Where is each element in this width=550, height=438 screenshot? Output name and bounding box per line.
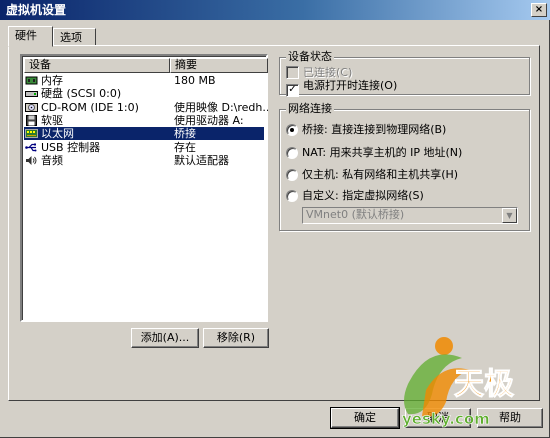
ok-button[interactable]: 确定 <box>330 407 400 429</box>
device-summary: 使用映像 D:\redh... <box>174 101 268 114</box>
button-label: 帮助 <box>499 411 521 424</box>
list-header: 设备 摘要 <box>24 58 268 73</box>
chevron-down-icon[interactable]: ▼ <box>502 208 517 223</box>
device-name: USB 控制器 <box>41 141 101 154</box>
device-row-hard-disk[interactable]: 硬盘 (SCSI 0:0) <box>24 87 264 100</box>
connected-checkbox[interactable]: 已连接(C) <box>286 66 352 79</box>
checkmark-icon: ✓ <box>286 84 299 97</box>
sound-icon <box>25 155 38 166</box>
device-name: 硬盘 (SCSI 0:0) <box>41 87 122 100</box>
device-row-floppy[interactable]: 软驱 使用驱动器 A: <box>24 114 264 127</box>
tab-hardware[interactable]: 硬件 <box>8 26 53 47</box>
device-list[interactable]: 设备 摘要 内存 180 MB 硬盘 (SCSI 0:0) CD-ROM (ID… <box>20 54 268 322</box>
device-row-memory[interactable]: 内存 180 MB <box>24 74 264 87</box>
device-summary: 使用驱动器 A: <box>174 114 244 127</box>
radio-dot <box>286 169 298 181</box>
radio-dot <box>286 124 298 136</box>
button-label: 添加(A)... <box>140 331 190 344</box>
custom-network-select[interactable]: VMnet0 (默认桥接) ▼ <box>302 207 518 224</box>
radio-label: 自定义: 指定虚拟网络(S) <box>302 189 424 202</box>
device-name: 内存 <box>41 74 63 87</box>
tab-label: 硬件 <box>15 29 37 42</box>
close-icon: × <box>534 4 544 15</box>
help-button[interactable]: 帮助 <box>477 408 543 428</box>
window-title: 虚拟机设置 <box>6 3 67 17</box>
button-label: 移除(R) <box>216 331 256 344</box>
device-summary: 存在 <box>174 141 196 154</box>
remove-device-button[interactable]: 移除(R) <box>203 328 269 348</box>
device-row-audio[interactable]: 音频 默认适配器 <box>24 154 264 167</box>
radio-custom[interactable]: 自定义: 指定虚拟网络(S) <box>286 189 424 202</box>
cd-rom-icon <box>25 102 38 113</box>
group-title: 设备状态 <box>286 50 334 64</box>
checkbox-box <box>286 66 299 79</box>
device-name: CD-ROM (IDE 1:0) <box>41 101 139 114</box>
device-summary: 默认适配器 <box>174 154 229 167</box>
close-button[interactable]: × <box>531 3 547 17</box>
device-row-cd-rom[interactable]: CD-ROM (IDE 1:0) 使用映像 D:\redh... <box>24 101 268 114</box>
vm-settings-window: 虚拟机设置 × 硬件 选项 设备 摘要 内存 180 MB 硬盘 (SCSI 0… <box>0 0 550 438</box>
radio-label: 仅主机: 私有网络和主机共享(H) <box>302 168 459 181</box>
network-adapter-icon <box>25 128 38 139</box>
radio-label: 桥接: 直接连接到物理网络(B) <box>302 123 447 136</box>
column-label: 设备 <box>29 58 51 71</box>
group-title: 网络连接 <box>286 102 334 116</box>
radio-label: NAT: 用来共享主机的 IP 地址(N) <box>302 146 463 159</box>
button-label: 取消 <box>427 411 449 424</box>
checkbox-label: 已连接(C) <box>303 66 353 79</box>
radio-dot <box>286 147 298 159</box>
column-header-summary[interactable]: 摘要 <box>170 58 268 73</box>
tab-options[interactable]: 选项 <box>53 28 96 46</box>
device-name: 以太网 <box>41 127 74 140</box>
usb-icon <box>25 142 38 153</box>
device-summary: 180 MB <box>174 74 216 87</box>
add-device-button[interactable]: 添加(A)... <box>131 328 199 348</box>
radio-dot <box>286 190 298 202</box>
tab-label: 选项 <box>60 31 82 44</box>
button-label: 确定 <box>354 411 376 424</box>
device-name: 音频 <box>41 154 63 167</box>
cancel-button[interactable]: 取消 <box>405 408 471 428</box>
column-label: 摘要 <box>175 58 197 71</box>
device-summary: 桥接 <box>174 127 196 140</box>
device-row-usb-controller[interactable]: USB 控制器 存在 <box>24 141 264 154</box>
title-bar[interactable]: 虚拟机设置 × <box>0 0 550 20</box>
hard-disk-icon <box>25 88 38 99</box>
select-value: VMnet0 (默认桥接) <box>306 208 405 221</box>
radio-host-only[interactable]: 仅主机: 私有网络和主机共享(H) <box>286 168 458 181</box>
connect-at-power-on-checkbox[interactable]: ✓ 电源打开时连接(O) <box>286 79 397 97</box>
memory-icon <box>25 75 38 86</box>
floppy-icon <box>25 115 38 126</box>
column-header-device[interactable]: 设备 <box>24 58 170 73</box>
device-name: 软驱 <box>41 114 63 127</box>
radio-bridged[interactable]: 桥接: 直接连接到物理网络(B) <box>286 123 446 136</box>
checkbox-label: 电源打开时连接(O) <box>303 79 398 92</box>
device-row-ethernet[interactable]: 以太网 桥接 <box>24 127 264 140</box>
radio-nat[interactable]: NAT: 用来共享主机的 IP 地址(N) <box>286 146 462 159</box>
